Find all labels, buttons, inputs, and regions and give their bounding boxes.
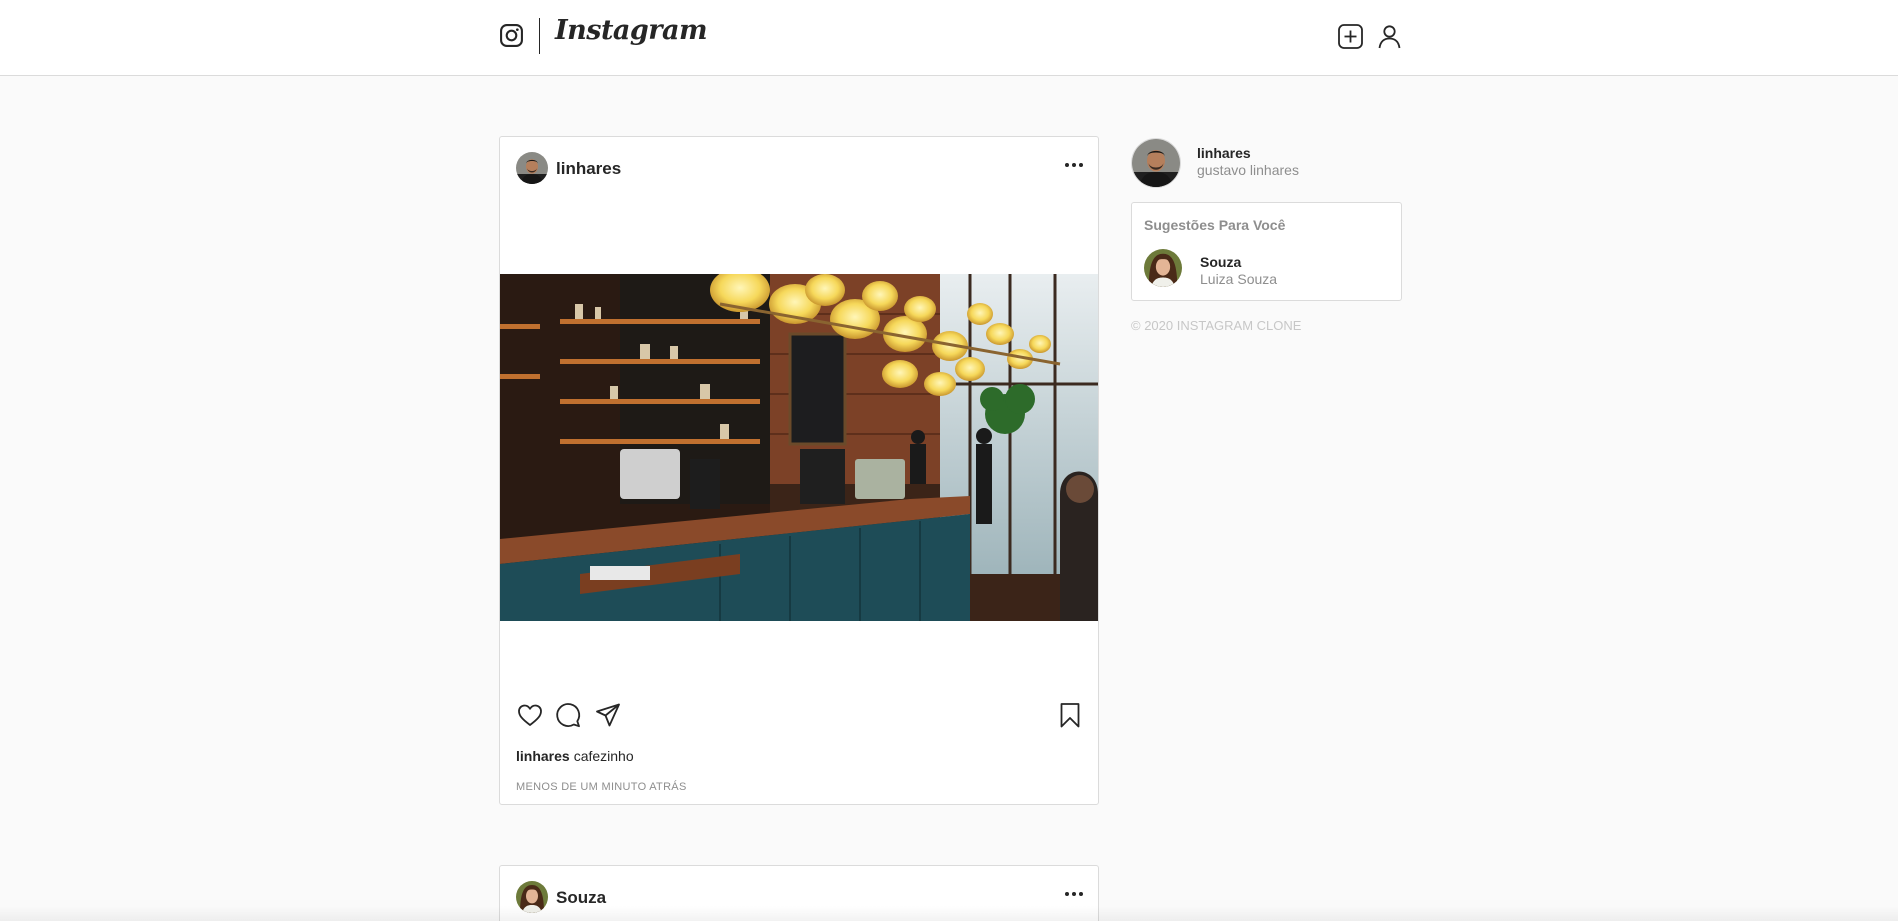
post-image[interactable] bbox=[500, 274, 1098, 621]
post-caption: linhares cafezinho bbox=[516, 748, 634, 764]
current-user-username[interactable]: linhares bbox=[1197, 145, 1251, 161]
current-user-avatar[interactable] bbox=[1131, 138, 1181, 188]
save-button[interactable] bbox=[1056, 701, 1084, 729]
post-header: Souza bbox=[500, 866, 1098, 921]
feed-post: linhares linhares cafezinho MENOS DE UM … bbox=[499, 136, 1099, 805]
suggestion-username[interactable]: Souza bbox=[1200, 254, 1241, 270]
navbar-inner: Instagram bbox=[499, 0, 1402, 75]
profile-button[interactable] bbox=[1376, 23, 1403, 50]
user-icon bbox=[1376, 23, 1403, 50]
current-user-card: linhares gustavo linhares bbox=[1131, 136, 1401, 188]
post-timestamp: MENOS DE UM MINUTO ATRÁS bbox=[516, 781, 687, 793]
top-navbar: Instagram bbox=[0, 0, 1898, 76]
share-button[interactable] bbox=[594, 701, 622, 729]
current-user-fullname: gustavo linhares bbox=[1197, 162, 1299, 178]
paper-plane-icon bbox=[594, 701, 622, 729]
post-options-button[interactable] bbox=[1063, 886, 1085, 902]
instagram-wordmark[interactable]: Instagram bbox=[555, 15, 708, 46]
more-horizontal-icon bbox=[1063, 886, 1085, 902]
post-author-avatar[interactable] bbox=[516, 881, 548, 913]
post-username[interactable]: linhares bbox=[556, 159, 621, 179]
suggestions-box: Sugestões Para Você Souza Luiza Souza bbox=[1131, 202, 1402, 301]
suggestion-fullname: Luiza Souza bbox=[1200, 271, 1278, 287]
caption-username[interactable]: linhares bbox=[516, 748, 570, 764]
post-actions bbox=[500, 701, 1098, 731]
heart-icon bbox=[516, 701, 544, 729]
copyright-footer: © 2020 INSTAGRAM CLONE bbox=[1131, 318, 1302, 333]
post-username[interactable]: Souza bbox=[556, 888, 606, 908]
post-options-button[interactable] bbox=[1063, 157, 1085, 173]
plus-square-icon bbox=[1337, 23, 1364, 50]
post-header: linhares bbox=[500, 137, 1098, 197]
comment-bubble-icon bbox=[554, 701, 582, 729]
caption-text: cafezinho bbox=[573, 748, 634, 764]
post-author-avatar[interactable] bbox=[516, 152, 548, 184]
suggestions-title: Sugestões Para Você bbox=[1144, 217, 1286, 233]
suggestion-avatar[interactable] bbox=[1144, 249, 1182, 287]
feed-post: Souza bbox=[499, 865, 1099, 921]
more-horizontal-icon bbox=[1063, 157, 1085, 173]
like-button[interactable] bbox=[516, 701, 544, 729]
bookmark-icon bbox=[1056, 701, 1084, 729]
suggestion-item[interactable]: Souza Luiza Souza bbox=[1144, 248, 1394, 290]
comment-button[interactable] bbox=[554, 701, 582, 729]
instagram-logo-icon[interactable] bbox=[499, 23, 524, 48]
brand-divider bbox=[539, 18, 540, 54]
new-post-button[interactable] bbox=[1337, 23, 1364, 50]
